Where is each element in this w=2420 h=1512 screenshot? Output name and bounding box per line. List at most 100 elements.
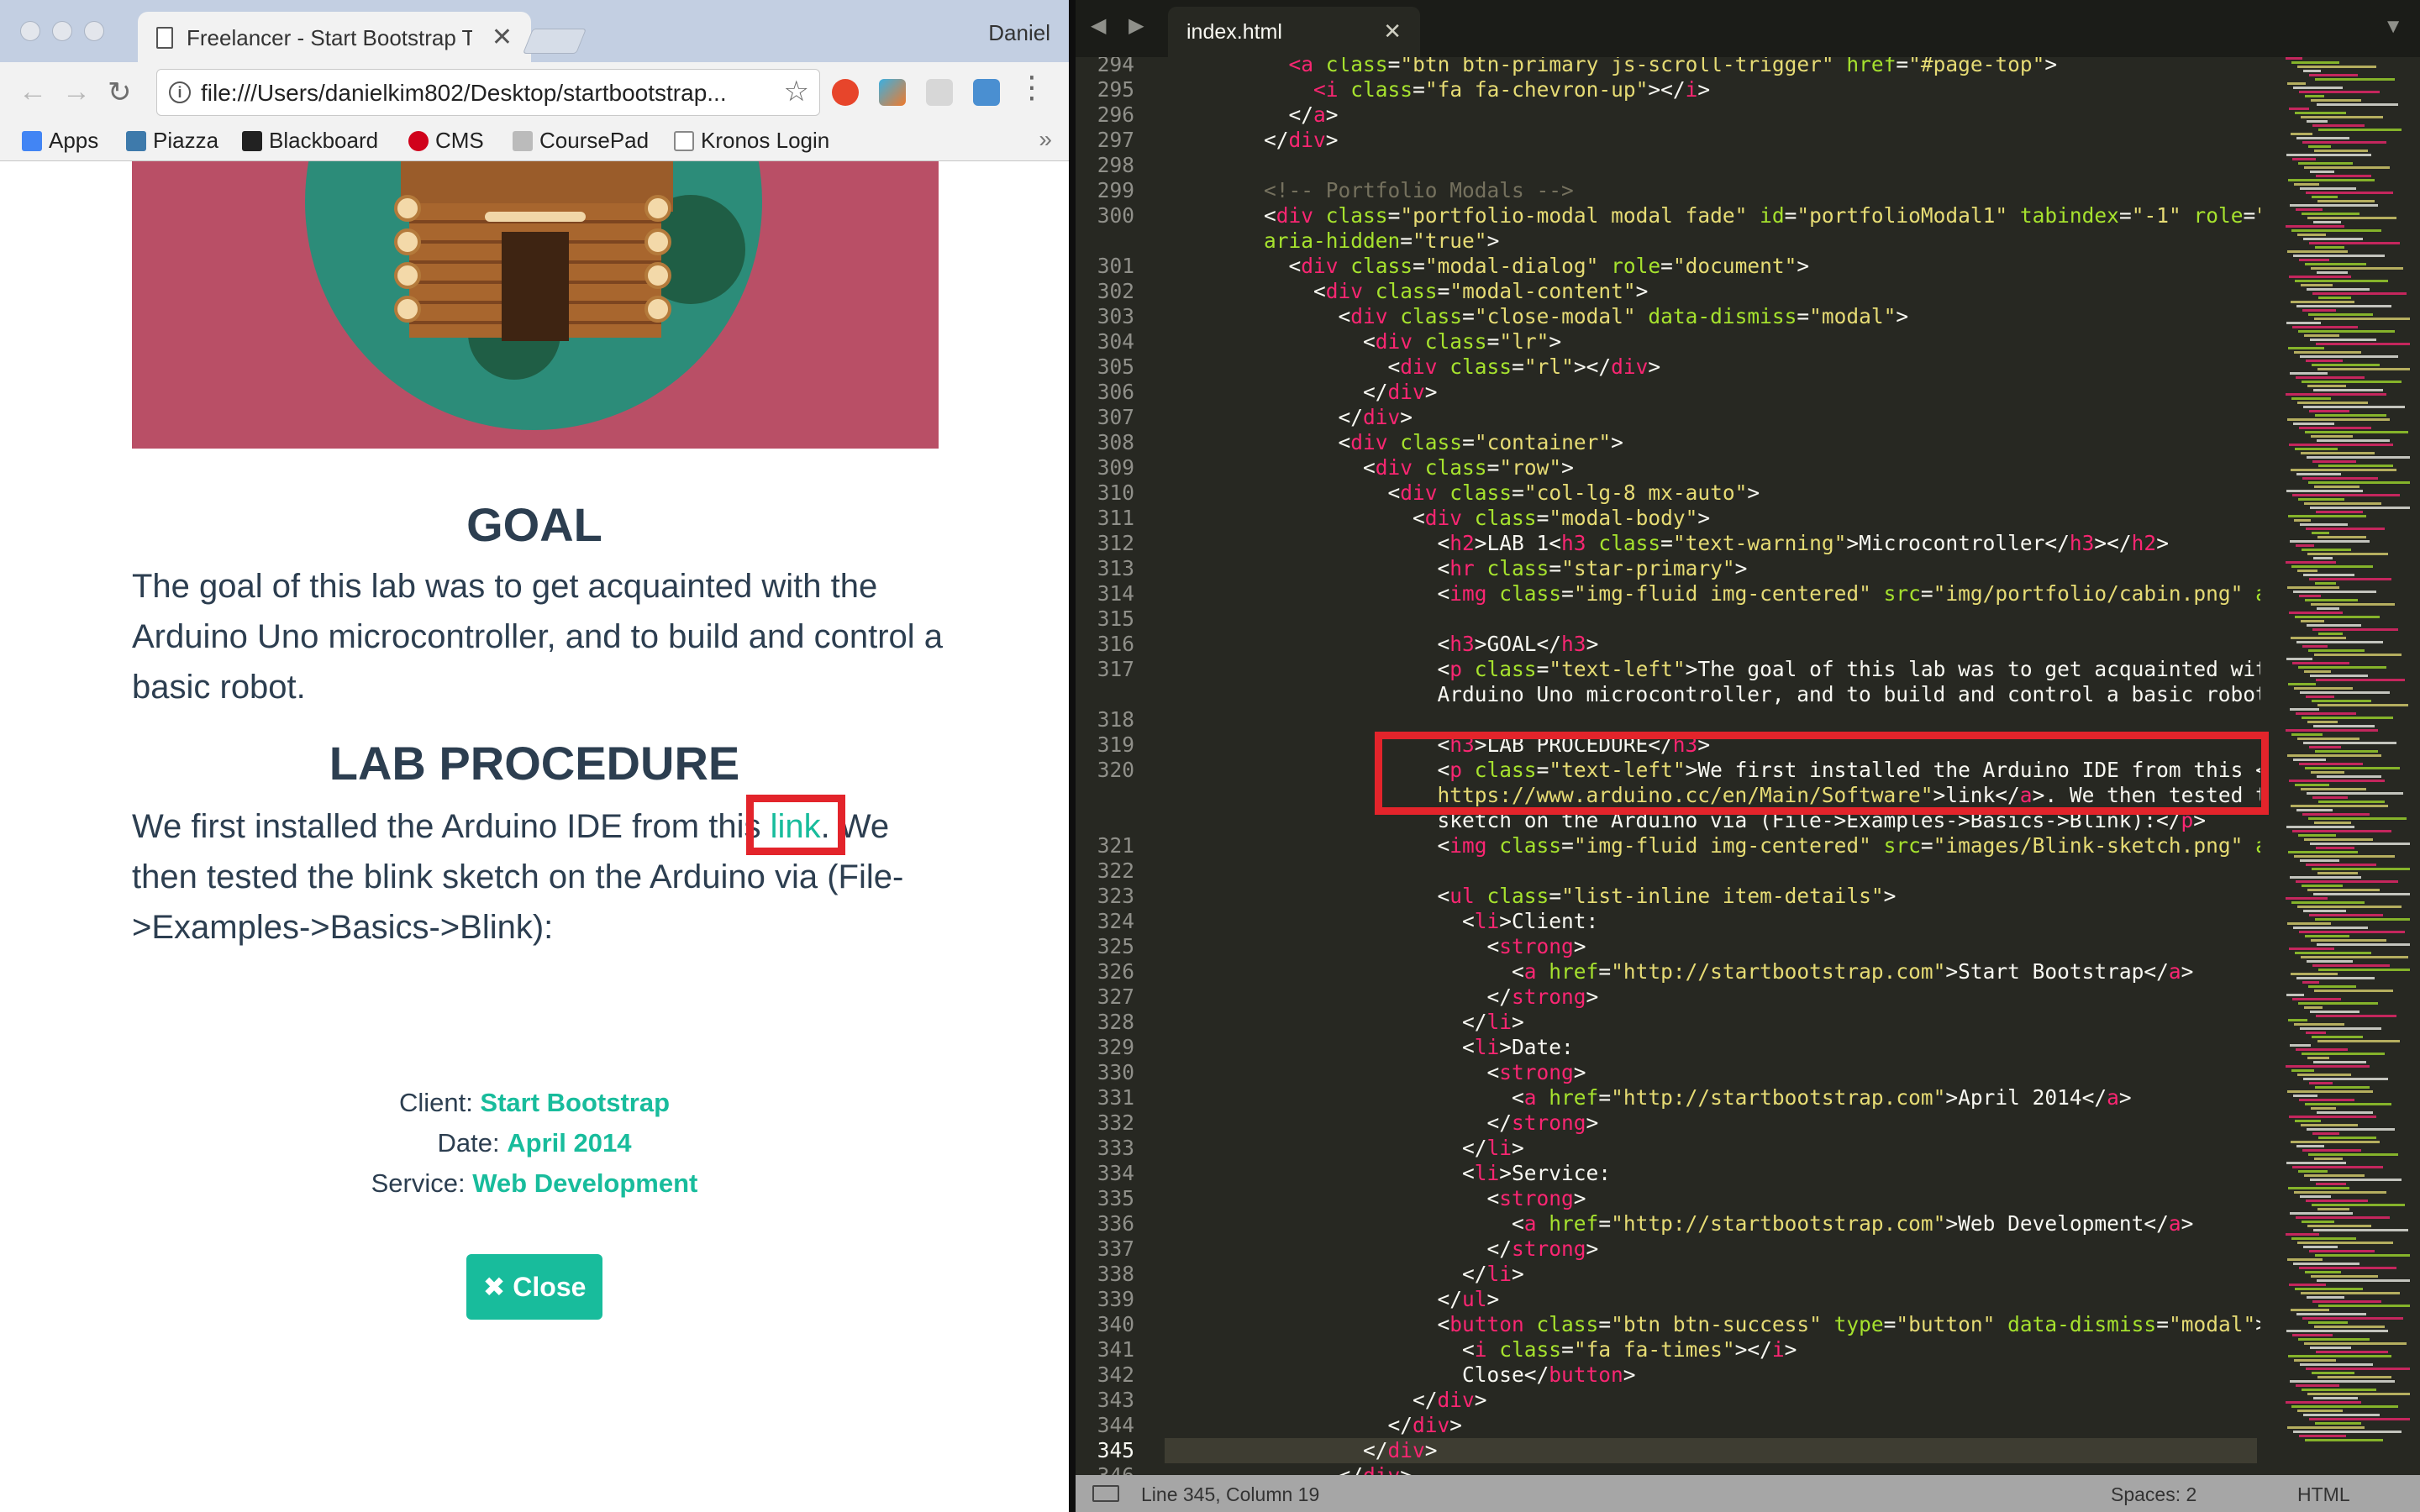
code-line[interactable]: 331 <a href="http://startbootstrap.com">…	[1076, 1085, 2260, 1110]
code-line[interactable]: 316 <h3>GOAL</h3>	[1076, 632, 2260, 657]
syntax-mode[interactable]: HTML	[2297, 1483, 2350, 1506]
code-line[interactable]: 310 <div class="col-lg-8 mx-auto">	[1076, 480, 2260, 506]
browser-tab-active[interactable]: Freelancer - Start Bootstrap Th ✕	[138, 12, 531, 62]
new-tab-button[interactable]	[522, 29, 587, 54]
extension-icon[interactable]	[879, 79, 906, 106]
browser-menu-icon[interactable]: ⋮	[1017, 72, 1047, 102]
info-icon[interactable]: i	[169, 81, 191, 103]
code-line[interactable]: 326 <a href="http://startbootstrap.com">…	[1076, 959, 2260, 984]
code-line[interactable]: 346 </div>	[1076, 1463, 2260, 1475]
bookmark-piazza[interactable]: Piazza	[126, 128, 218, 156]
code-line[interactable]: 345 </div>	[1076, 1438, 2260, 1463]
close-icon[interactable]: ✕	[1383, 18, 1402, 45]
code-line[interactable]: 328 </li>	[1076, 1010, 2260, 1035]
code-line[interactable]: 329 <li>Date:	[1076, 1035, 2260, 1060]
code-line[interactable]: 317 <p class="text-left">The goal of thi…	[1076, 657, 2260, 682]
code-line[interactable]: 302 <div class="modal-content">	[1076, 279, 2260, 304]
code-line[interactable]: 311 <div class="modal-body">	[1076, 506, 2260, 531]
code-line[interactable]: 344 </div>	[1076, 1413, 2260, 1438]
code-line[interactable]: 314 <img class="img-fluid img-centered" …	[1076, 581, 2260, 606]
code-line[interactable]: 305 <div class="rl"></div>	[1076, 354, 2260, 380]
window-close-button[interactable]	[20, 21, 40, 41]
date-link[interactable]: April 2014	[507, 1128, 631, 1158]
code-line[interactable]: 295 <i class="fa fa-chevron-up"></i>	[1076, 77, 2260, 102]
code-line[interactable]: 327 </strong>	[1076, 984, 2260, 1010]
code-line[interactable]: 296 </a>	[1076, 102, 2260, 128]
panel-toggle-icon[interactable]	[1092, 1485, 1119, 1502]
code-line[interactable]: 313 <hr class="star-primary">	[1076, 556, 2260, 581]
code-line[interactable]: 304 <div class="lr">	[1076, 329, 2260, 354]
indentation-setting[interactable]: Spaces: 2	[2111, 1483, 2196, 1506]
opera-extension-icon[interactable]	[832, 79, 859, 106]
minimap-line	[2307, 889, 2380, 891]
reload-icon[interactable]: ↻	[108, 76, 132, 109]
code-line[interactable]: 309 <div class="row">	[1076, 455, 2260, 480]
code-line[interactable]: Arduino Uno microcontroller, and to buil…	[1076, 682, 2261, 707]
minimap-line	[2312, 700, 2371, 702]
code-line[interactable]: 300 <div class="portfolio-modal modal fa…	[1076, 203, 2260, 228]
code-line[interactable]: 298	[1076, 153, 2260, 178]
tab-nav-arrows-icon[interactable]: ◀ ▶	[1091, 13, 1153, 38]
bookmark-apps[interactable]: Apps	[22, 128, 98, 156]
code-line[interactable]: 308 <div class="container">	[1076, 430, 2260, 455]
code-line[interactable]: 323 <ul class="list-inline item-details"…	[1076, 884, 2260, 909]
code-line[interactable]: 325 <strong>	[1076, 934, 2260, 959]
code-line[interactable]: 318	[1076, 707, 2260, 732]
code-line[interactable]: 333 </li>	[1076, 1136, 2260, 1161]
code-line[interactable]: 338 </li>	[1076, 1262, 2260, 1287]
code-line[interactable]: 341 <i class="fa fa-times"></i>	[1076, 1337, 2260, 1362]
code-line[interactable]: 339 </ul>	[1076, 1287, 2260, 1312]
split-divider[interactable]	[1069, 0, 1076, 1512]
code-line[interactable]: 297 </div>	[1076, 128, 2260, 153]
profile-name[interactable]: Daniel	[988, 20, 1050, 46]
service-link[interactable]: Web Development	[472, 1168, 697, 1198]
close-modal-button[interactable]: ✖ Close	[466, 1254, 602, 1320]
code-line[interactable]: 324 <li>Client:	[1076, 909, 2260, 934]
minimap-line	[2308, 313, 2373, 316]
minimap-line	[2298, 666, 2386, 669]
code-line[interactable]: 322	[1076, 858, 2260, 884]
code-line[interactable]: 294 <a class="btn btn-primary js-scroll-…	[1076, 57, 2260, 77]
window-maximize-button[interactable]	[84, 21, 104, 41]
browser-toolbar: ← → ↻ i file:///Users/danielkim802/Deskt…	[0, 62, 1069, 123]
code-line[interactable]: 335 <strong>	[1076, 1186, 2260, 1211]
minimap-line	[2290, 204, 2378, 207]
code-line[interactable]: 330 <strong>	[1076, 1060, 2260, 1085]
code-line[interactable]: 337 </strong>	[1076, 1236, 2260, 1262]
bookmarks-overflow-icon[interactable]: »	[1039, 126, 1052, 153]
minimap-line	[2293, 1263, 2360, 1265]
bookmark-kronos[interactable]: Kronos Login	[674, 128, 829, 156]
url-text[interactable]: file:///Users/danielkim802/Desktop/start…	[201, 80, 755, 107]
back-arrow-icon[interactable]: ←	[18, 76, 47, 108]
code-line[interactable]: 307 </div>	[1076, 405, 2260, 430]
code-line[interactable]: aria-hidden="true">	[1076, 228, 2260, 254]
editor-tab-index-html[interactable]: index.html ✕	[1168, 7, 1420, 57]
minimap-line	[2317, 1111, 2373, 1114]
bookmark-coursepad[interactable]: CoursePad	[513, 128, 649, 156]
bookmark-blackboard[interactable]: Blackboard	[242, 128, 378, 156]
code-line[interactable]: 340 <button class="btn btn-success" type…	[1076, 1312, 2260, 1337]
code-line[interactable]: 321 <img class="img-fluid img-centered" …	[1076, 833, 2260, 858]
tab-close-icon[interactable]: ✕	[492, 23, 513, 52]
client-link[interactable]: Start Bootstrap	[480, 1088, 670, 1117]
code-line[interactable]: 332 </strong>	[1076, 1110, 2260, 1136]
code-line[interactable]: 334 <li>Service:	[1076, 1161, 2260, 1186]
extension-m-icon[interactable]	[973, 79, 1000, 106]
code-line[interactable]: 306 </div>	[1076, 380, 2260, 405]
code-line[interactable]: 342 Close</button>	[1076, 1362, 2260, 1388]
code-line[interactable]: 336 <a href="http://startbootstrap.com">…	[1076, 1211, 2260, 1236]
window-minimize-button[interactable]	[52, 21, 72, 41]
code-line[interactable]: 312 <h2>LAB 1<h3 class="text-warning">Mi…	[1076, 531, 2260, 556]
chevron-down-icon[interactable]: ▼	[2383, 15, 2403, 39]
code-line[interactable]: 303 <div class="close-modal" data-dismis…	[1076, 304, 2260, 329]
forward-arrow-icon[interactable]: →	[62, 76, 91, 108]
minimap[interactable]	[2277, 57, 2412, 1475]
extension-icon[interactable]	[926, 79, 953, 106]
code-line[interactable]: 343 </div>	[1076, 1388, 2260, 1413]
code-line[interactable]: 299 <!-- Portfolio Modals -->	[1076, 178, 2260, 203]
address-bar[interactable]: i file:///Users/danielkim802/Desktop/sta…	[156, 69, 820, 116]
code-line[interactable]: 315	[1076, 606, 2260, 632]
bookmark-cms[interactable]: CMS	[408, 128, 484, 156]
bookmark-star-icon[interactable]: ☆	[784, 75, 809, 108]
code-line[interactable]: 301 <div class="modal-dialog" role="docu…	[1076, 254, 2260, 279]
